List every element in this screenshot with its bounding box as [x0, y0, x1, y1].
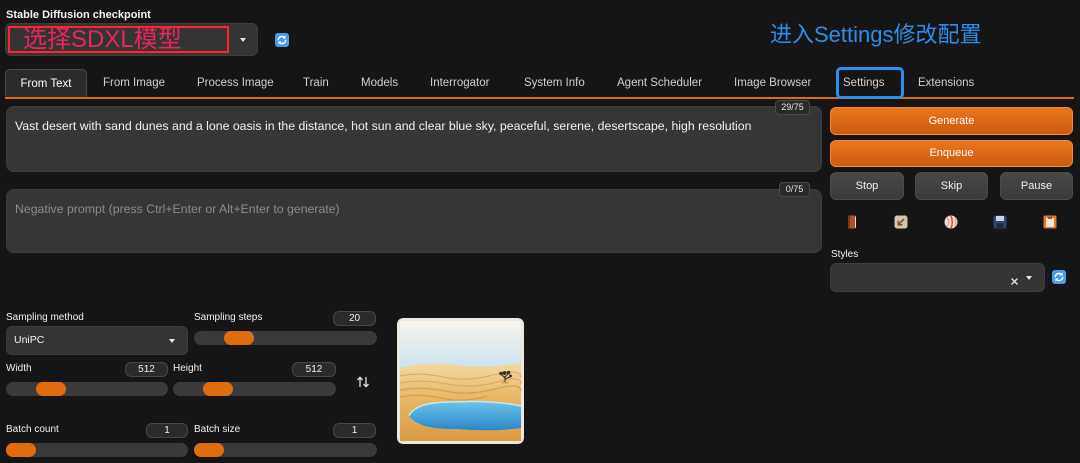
width-input[interactable]	[125, 362, 168, 377]
tab-train[interactable]: Train	[303, 69, 329, 97]
generate-button[interactable]: Generate	[830, 107, 1073, 135]
sampling-method-dropdown[interactable]: UniPC	[6, 326, 188, 355]
tab-models[interactable]: Models	[361, 69, 398, 97]
book-icon[interactable]	[845, 215, 859, 229]
sampling-steps-input[interactable]	[333, 311, 376, 326]
sampling-method-label: Sampling method	[6, 312, 84, 323]
sampling-steps-label: Sampling steps	[194, 312, 263, 323]
checkpoint-label: Stable Diffusion checkpoint	[6, 9, 151, 21]
stop-button[interactable]: Stop	[830, 172, 904, 200]
styles-dropdown[interactable]	[830, 263, 1045, 292]
checkpoint-annotation-text: 选择SDXL模型	[23, 26, 182, 53]
batch-count-label: Batch count	[6, 424, 59, 435]
batch-count-input[interactable]	[146, 423, 188, 438]
pause-button[interactable]: Pause	[1000, 172, 1073, 200]
tab-agent-scheduler[interactable]: Agent Scheduler	[617, 69, 702, 97]
height-slider[interactable]	[173, 382, 336, 396]
tab-system-info[interactable]: System Info	[524, 69, 585, 97]
batch-size-label: Batch size	[194, 424, 241, 435]
tab-underline	[5, 97, 1074, 99]
enqueue-button[interactable]: Enqueue	[830, 140, 1073, 167]
tab-image-browser[interactable]: Image Browser	[734, 69, 811, 97]
close-icon[interactable]	[1010, 273, 1019, 285]
height-label: Height	[173, 363, 202, 374]
settings-annotation-box	[836, 67, 904, 99]
prompt-input[interactable]: Vast desert with sand dunes and a lone o…	[6, 106, 822, 172]
tab-interrogator[interactable]: Interrogator	[430, 69, 489, 97]
negative-prompt-token-counter: 0/75	[779, 182, 810, 197]
chevron-down-icon	[1026, 276, 1032, 280]
swap-arrows-icon[interactable]	[356, 375, 370, 389]
refresh-icon[interactable]	[275, 33, 289, 47]
flower-card-icon[interactable]	[944, 215, 958, 229]
slider-handle[interactable]	[6, 443, 36, 457]
checkpoint-dropdown[interactable]: 选择SDXL模型	[5, 23, 258, 56]
floppy-disk-icon[interactable]	[993, 215, 1007, 229]
tab-from-image[interactable]: From Image	[103, 69, 165, 97]
sampling-method-value: UniPC	[14, 334, 45, 346]
styles-label: Styles	[831, 249, 859, 260]
tab-extensions[interactable]: Extensions	[918, 69, 974, 97]
checkpoint-annotation-box: 选择SDXL模型	[8, 26, 229, 53]
settings-annotation-text: 进入Settings修改配置	[770, 22, 982, 47]
tab-process-image[interactable]: Process Image	[197, 69, 274, 97]
slider-handle[interactable]	[36, 382, 66, 396]
chevron-down-icon	[169, 339, 175, 343]
arrow-box-icon[interactable]	[894, 215, 908, 229]
clipboard-icon[interactable]	[1043, 215, 1057, 229]
negative-prompt-input[interactable]	[6, 189, 822, 253]
slider-handle[interactable]	[203, 382, 233, 396]
height-input[interactable]	[292, 362, 336, 377]
chevron-down-icon	[240, 38, 246, 42]
slider-handle[interactable]	[194, 443, 224, 457]
refresh-icon[interactable]	[1052, 270, 1066, 284]
skip-button[interactable]: Skip	[915, 172, 988, 200]
width-slider[interactable]	[6, 382, 168, 396]
preview-image	[397, 318, 524, 444]
batch-size-input[interactable]	[333, 423, 376, 438]
batch-size-slider[interactable]	[194, 443, 377, 457]
sampling-steps-slider[interactable]	[194, 331, 377, 345]
width-label: Width	[6, 363, 32, 374]
slider-handle[interactable]	[224, 331, 254, 345]
prompt-token-counter: 29/75	[775, 100, 810, 115]
tab-from-text[interactable]: From Text	[5, 69, 87, 97]
batch-count-slider[interactable]	[6, 443, 188, 457]
